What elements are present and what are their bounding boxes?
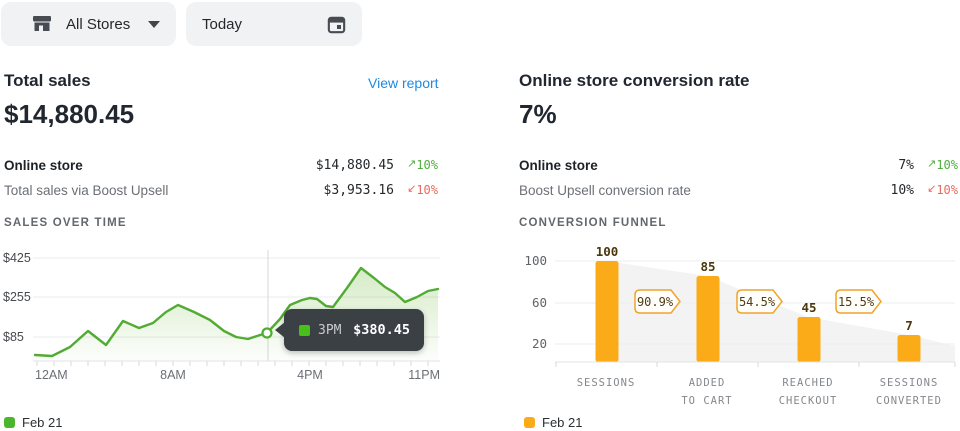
ytick-20: 20 — [532, 336, 547, 351]
xtick-12am: 12AM — [35, 368, 68, 382]
delta-value: 10% — [936, 158, 958, 172]
delta-badge: ↙10% — [394, 183, 438, 197]
cat-added-1: ADDED — [689, 377, 726, 389]
sales-row-online-store: Online store $14,880.45 ↗10% — [4, 156, 438, 174]
sales-row-boost-upsell: Total sales via Boost Upsell $3,953.16 ↙… — [4, 181, 438, 199]
legend-label: Feb 21 — [542, 415, 582, 430]
arrow-up-icon: ↗ — [407, 158, 416, 170]
row-value: 7% — [898, 158, 914, 173]
total-sales-value: $14,880.45 — [4, 99, 134, 130]
conversion-tag-1: 90.9% — [635, 290, 680, 313]
sales-legend: Feb 21 — [4, 415, 62, 430]
chart-tooltip: 3PM $380.45 — [284, 309, 424, 351]
arrow-up-icon: ↗ — [927, 158, 936, 170]
xtick-4pm: 4PM — [297, 368, 323, 382]
cat-reached-2: CHECKOUT — [779, 395, 838, 407]
bar-value-added-to-cart: 85 — [700, 259, 715, 274]
storefront-icon — [30, 12, 54, 36]
conversion-row-online-store: Online store 7% ↗10% — [519, 156, 958, 174]
arrow-down-icon: ↙ — [407, 183, 416, 195]
date-filter-button[interactable]: Today — [186, 2, 362, 46]
row-label: Total sales via Boost Upsell — [4, 183, 168, 198]
tag-label: 90.9% — [637, 295, 674, 309]
row-value: $14,880.45 — [316, 158, 394, 173]
funnel-bar-1[interactable] — [697, 276, 720, 362]
sales-over-time-heading: SALES OVER TIME — [4, 217, 127, 229]
legend-swatch-orange — [524, 417, 535, 428]
cat-added-2: TO CART — [681, 395, 732, 407]
conversion-row-boost-upsell: Boost Upsell conversion rate 10% ↙10% — [519, 181, 958, 199]
row-label: Online store — [519, 158, 598, 173]
cat-converted-2: CONVERTED — [876, 395, 942, 407]
row-value: 10% — [891, 183, 914, 198]
x-axis-ticks — [37, 361, 428, 366]
hover-point-marker — [263, 329, 272, 338]
legend-swatch-green — [4, 417, 15, 428]
conversion-rate-value: 7% — [519, 99, 557, 130]
delta-badge: ↗10% — [394, 158, 438, 172]
row-label: Online store — [4, 158, 83, 173]
delta-value: 10% — [416, 158, 438, 172]
delta-value: 10% — [416, 183, 438, 197]
bar-value-sessions-converted: 7 — [905, 318, 913, 333]
tooltip-time: 3PM — [318, 323, 341, 338]
store-filter-button[interactable]: All Stores — [1, 2, 176, 46]
arrow-down-icon: ↙ — [927, 183, 936, 195]
dashboard: All Stores Today Total sales View report… — [0, 0, 960, 431]
ytick-255: $255 — [3, 290, 31, 304]
legend-label: Feb 21 — [22, 415, 62, 430]
conversion-funnel-chart[interactable]: 100 60 20 100 85 45 7 90.9% 54.5% 15.5% — [515, 245, 960, 410]
funnel-bar-0[interactable] — [596, 261, 619, 362]
bar-value-reached-checkout: 45 — [801, 300, 816, 315]
xtick-8am: 8AM — [160, 368, 186, 382]
row-label: Boost Upsell conversion rate — [519, 183, 691, 198]
chevron-down-icon — [148, 21, 160, 28]
delta-badge: ↗10% — [914, 158, 958, 172]
delta-value: 10% — [936, 183, 958, 197]
bar-value-sessions: 100 — [596, 245, 619, 259]
xtick-11pm: 11PM — [408, 368, 440, 382]
ytick-425: $425 — [3, 251, 31, 265]
tooltip-value: $380.45 — [353, 322, 410, 338]
ytick-60: 60 — [532, 295, 547, 310]
cat-sessions-1: SESSIONS — [577, 377, 636, 389]
date-filter-label: Today — [202, 16, 242, 33]
x-axis-ticks — [556, 362, 955, 367]
view-report-link[interactable]: View report — [368, 75, 439, 91]
tag-label: 15.5% — [838, 295, 875, 309]
conversion-tag-2: 54.5% — [737, 290, 782, 313]
tooltip-series-swatch — [299, 325, 310, 336]
cat-converted-1: SESSIONS — [880, 377, 939, 389]
tag-label: 54.5% — [739, 295, 776, 309]
delta-badge: ↙10% — [914, 183, 958, 197]
ytick-100: 100 — [524, 253, 547, 268]
funnel-bar-3[interactable] — [898, 335, 921, 362]
store-filter-label: All Stores — [66, 16, 130, 33]
ytick-85: $85 — [3, 330, 24, 344]
conversion-funnel-heading: CONVERSION FUNNEL — [519, 217, 667, 229]
total-sales-title: Total sales — [4, 71, 91, 91]
funnel-legend: Feb 21 — [524, 415, 582, 430]
conversion-rate-title: Online store conversion rate — [519, 71, 750, 91]
calendar-icon — [325, 13, 348, 36]
row-value: $3,953.16 — [324, 183, 394, 198]
conversion-tag-3: 15.5% — [836, 290, 881, 313]
funnel-bar-2[interactable] — [798, 317, 821, 362]
cat-reached-1: REACHED — [782, 377, 833, 389]
